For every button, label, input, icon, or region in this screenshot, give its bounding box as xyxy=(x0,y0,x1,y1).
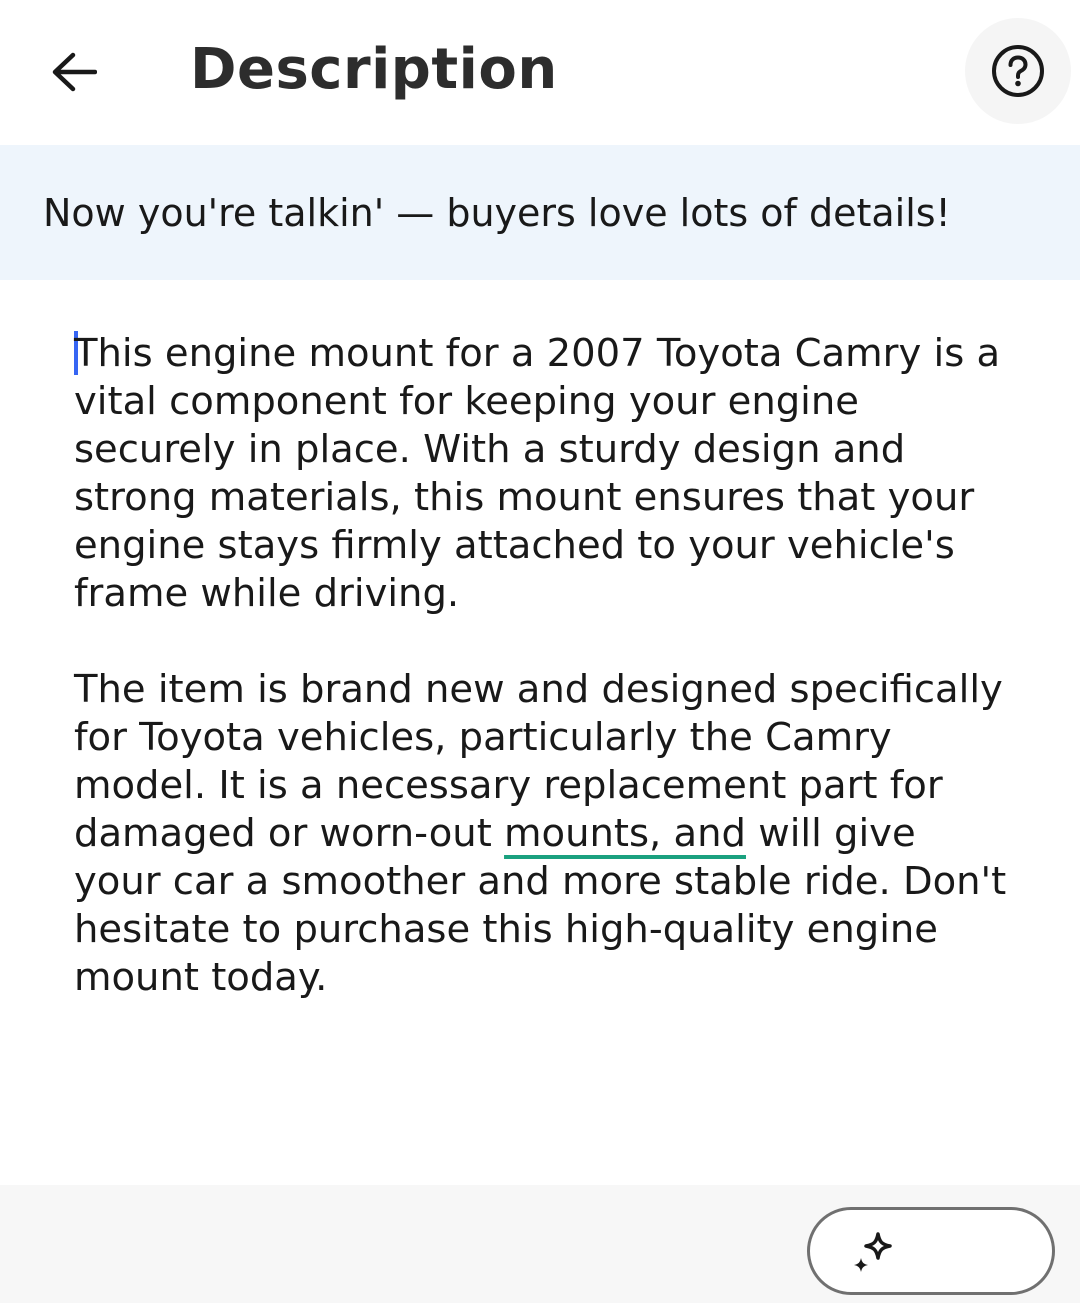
description-editor-screen: Description Now you're talkin' — buyers … xyxy=(0,0,1080,1303)
banner-message: Now you're talkin' — buyers love lots of… xyxy=(43,191,951,235)
description-paragraph: The item is brand new and designed speci… xyxy=(74,666,1014,1002)
back-button[interactable] xyxy=(40,38,108,106)
description-textarea[interactable]: This engine mount for a 2007 Toyota Camr… xyxy=(74,330,1014,1150)
description-paragraph: This engine mount for a 2007 Toyota Camr… xyxy=(74,330,1014,618)
question-circle-icon xyxy=(992,45,1044,97)
spellcheck-flagged-text[interactable]: mounts, and xyxy=(504,811,746,856)
top-app-bar: Description xyxy=(0,0,1080,145)
encouragement-banner: Now you're talkin' — buyers love lots of… xyxy=(0,145,1080,280)
arrow-left-icon xyxy=(52,52,97,92)
page-title: Description xyxy=(190,37,558,102)
sparkle-icon xyxy=(854,1232,892,1272)
bottom-toolbar xyxy=(0,1185,1080,1303)
paragraph-1-text: This engine mount for a 2007 Toyota Camr… xyxy=(74,331,1001,616)
help-button[interactable] xyxy=(965,18,1071,124)
ai-write-button[interactable] xyxy=(807,1207,1055,1295)
